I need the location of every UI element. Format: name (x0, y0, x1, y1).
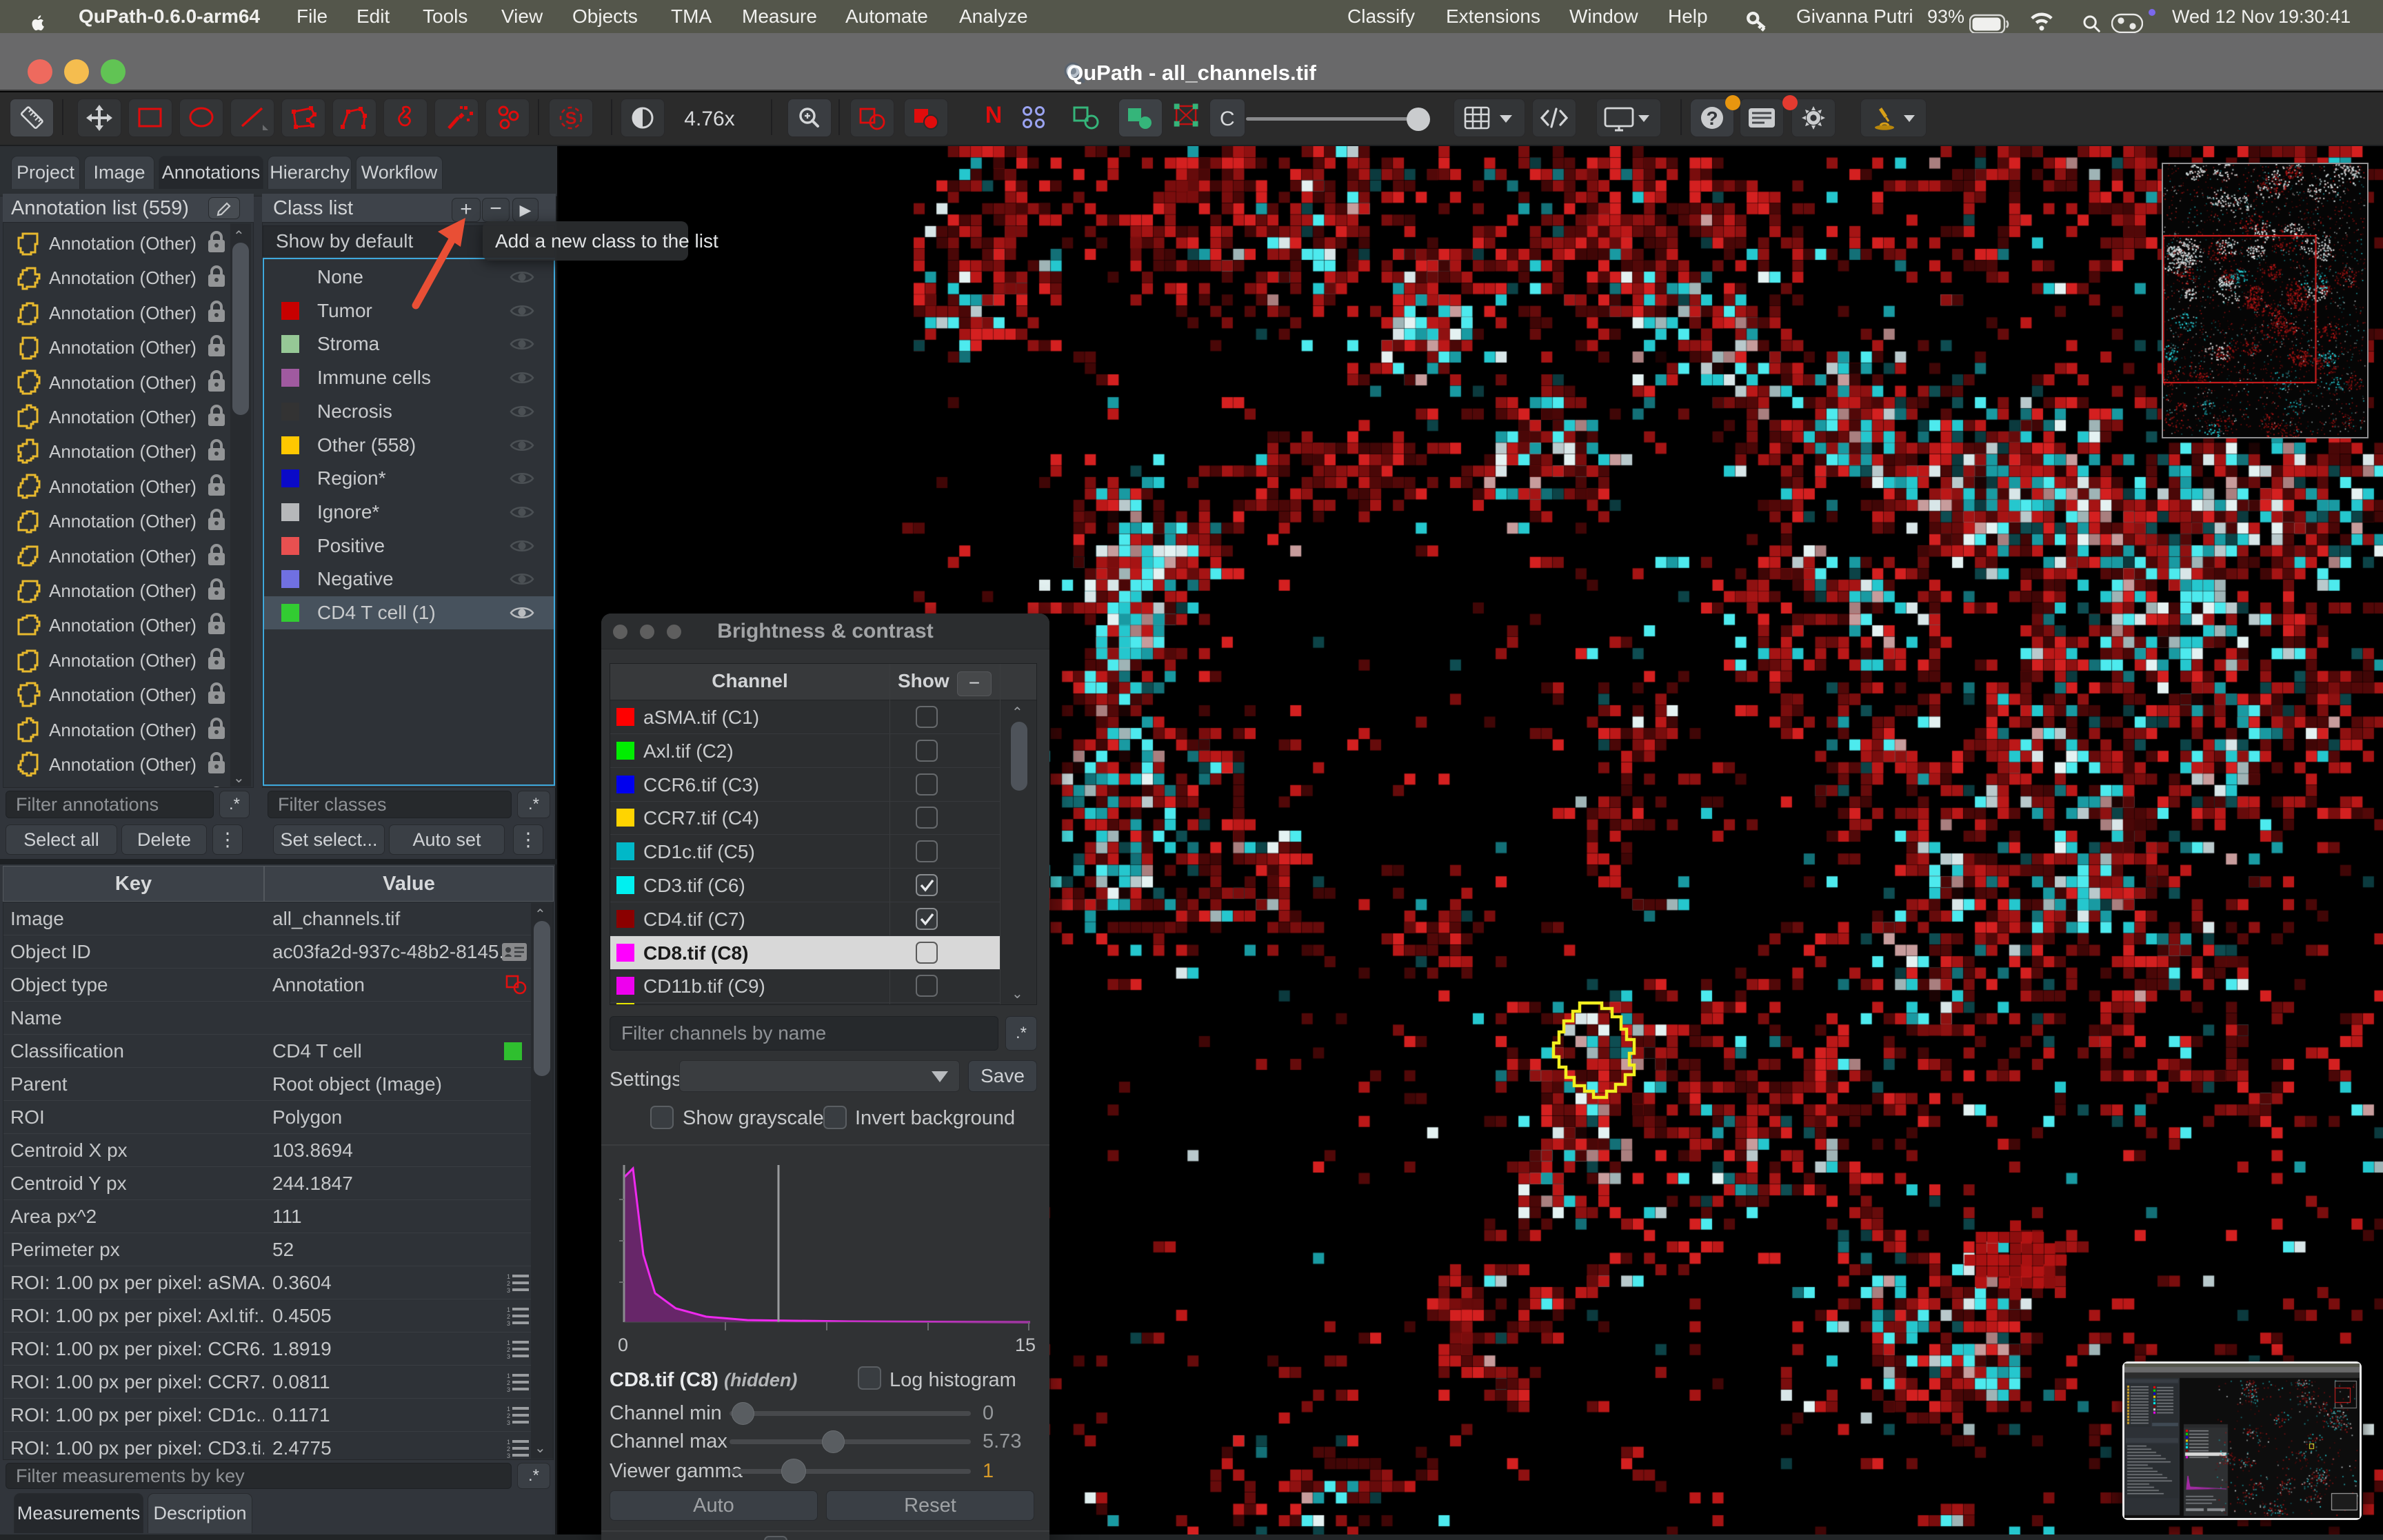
svg-text:3: 3 (507, 1452, 510, 1459)
svg-text:1: 1 (507, 1339, 510, 1346)
svg-text:1: 1 (507, 1306, 510, 1313)
svg-text:S: S (565, 109, 577, 128)
svg-text:1: 1 (507, 1406, 510, 1412)
svg-text:2: 2 (507, 1280, 510, 1287)
svg-text:3: 3 (507, 1353, 510, 1359)
svg-text:1: 1 (507, 1372, 510, 1379)
svg-text:3: 3 (507, 1419, 510, 1426)
svg-text:2: 2 (507, 1446, 510, 1452)
svg-text:2: 2 (507, 1379, 510, 1386)
svg-text:3: 3 (507, 1320, 510, 1326)
svg-text:1: 1 (507, 1273, 510, 1280)
svg-text:2: 2 (507, 1412, 510, 1419)
svg-text:2: 2 (507, 1346, 510, 1353)
svg-text:3: 3 (507, 1287, 510, 1293)
svg-text:2: 2 (507, 1313, 510, 1320)
svg-text:1: 1 (507, 1439, 510, 1446)
svg-text:3: 3 (507, 1386, 510, 1392)
svg-text:?: ? (1706, 108, 1718, 129)
